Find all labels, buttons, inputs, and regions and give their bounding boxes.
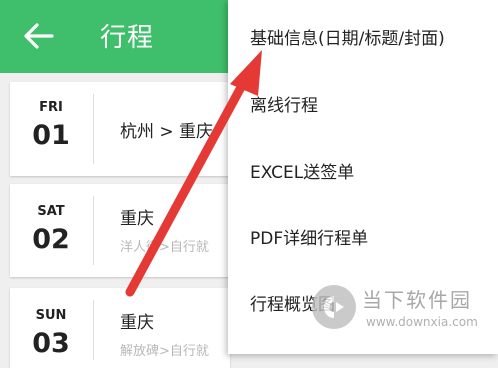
annotation-arrow-icon [125,50,262,297]
